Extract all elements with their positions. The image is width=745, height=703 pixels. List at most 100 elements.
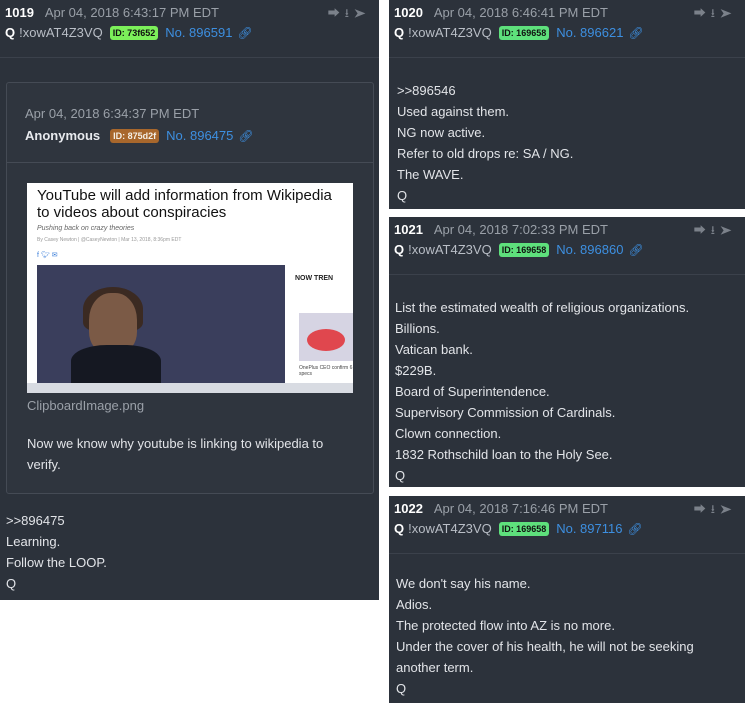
tripcode: !xowAT4Z3VQ (408, 242, 492, 257)
arrow-right-circle-icon[interactable]: ➤ (354, 6, 371, 20)
post-card-1022: 1022 Apr 04, 2018 7:16:46 PM EDT ⮕⭳➤ Q !… (389, 496, 745, 703)
body-line: The protected flow into AZ is no more. (396, 618, 615, 633)
post-number-link[interactable]: No. 897116 (556, 521, 622, 536)
arrow-right-circle-icon[interactable]: ➤ (720, 223, 737, 237)
share-icon[interactable]: ⮕ (694, 6, 711, 20)
tripcode: !xowAT4Z3VQ (408, 25, 492, 40)
id-badge: ID: 73f652 (109, 25, 159, 40)
tripcode: !xowAT4Z3VQ (19, 25, 103, 40)
id-badge: ID: 875d2f (110, 128, 160, 143)
share-icon[interactable]: ⮕ (328, 6, 345, 20)
id-badge: ID: 169658 (498, 242, 550, 257)
body-line: Board of Superintendence. (395, 384, 550, 399)
screenshot-social-icons: f 🐦︎ ✉ (37, 252, 58, 259)
body-line: Follow the LOOP. (6, 555, 107, 570)
post-body: We don't say his name. Adios. The protec… (389, 554, 745, 699)
post-tools: ⮕⭳➤ (328, 4, 371, 25)
body-line: Supervisory Commission of Cardinals. (395, 405, 616, 420)
body-line: Q (396, 681, 407, 696)
quoted-post-header: Apr 04, 2018 6:34:37 PM EDT Anonymous ID… (7, 83, 373, 163)
post-header: 1021 Apr 04, 2018 7:02:33 PM EDT ⮕⭳➤ Q !… (389, 217, 745, 275)
body-line: Vatican bank. (395, 342, 473, 357)
body-line: The WAVE. (397, 167, 464, 182)
post-body: >>896475 Learning. Follow the LOOP. Q (0, 510, 113, 594)
post-tools: ⮕⭳➤ (694, 221, 737, 242)
download-icon[interactable]: ⭳ (711, 502, 720, 516)
post-card-1020: 1020 Apr 04, 2018 6:46:41 PM EDT ⮕⭳➤ Q !… (389, 0, 745, 209)
post-header: 1020 Apr 04, 2018 6:46:41 PM EDT ⮕⭳➤ Q !… (389, 0, 745, 58)
quoted-post: Apr 04, 2018 6:34:37 PM EDT Anonymous ID… (6, 82, 374, 494)
screenshot-headline: YouTube will add information from Wikipe… (37, 187, 332, 221)
screenshot-video-still (37, 265, 285, 385)
post-index: 1022 (394, 501, 423, 516)
body-line: $229B. (395, 363, 437, 378)
download-icon[interactable]: ⭳ (711, 223, 720, 237)
body-line: Q (395, 468, 406, 483)
post-date: Apr 04, 2018 7:16:46 PM EDT (433, 501, 608, 516)
link-icon[interactable]: 🔗︎ (627, 522, 642, 536)
screenshot-thumb-caption: OnePlus CEO confirm 6 specs (299, 365, 353, 377)
body-line: Used against them. (397, 104, 510, 119)
body-line: NG now active. (397, 125, 486, 140)
post-header: 1019 Apr 04, 2018 6:43:17 PM EDT ⮕⭳➤ Q !… (0, 0, 379, 58)
body-line: Q (397, 188, 408, 203)
share-icon[interactable]: ⮕ (694, 223, 711, 237)
quoted-post-date: Apr 04, 2018 6:34:37 PM EDT (25, 106, 200, 121)
post-header: 1022 Apr 04, 2018 7:16:46 PM EDT ⮕⭳➤ Q !… (389, 496, 745, 554)
post-date: Apr 04, 2018 6:46:41 PM EDT (433, 5, 608, 20)
screenshot-thumbnail (299, 313, 353, 361)
body-line: Under the cover of his health, he will n… (396, 639, 694, 675)
share-icon[interactable]: ⮕ (694, 502, 711, 516)
arrow-right-circle-icon[interactable]: ➤ (720, 6, 737, 20)
post-index: 1021 (394, 222, 423, 237)
post-index: 1020 (394, 5, 423, 20)
post-number-link[interactable]: No. 896860 (556, 242, 623, 257)
author-name: Q (5, 25, 16, 40)
author-name: Q (394, 242, 405, 257)
body-line: Refer to old drops re: SA / NG. (397, 146, 574, 161)
screenshot-byline: By Casey Newton | @CaseyNewton | Mar 13,… (37, 237, 182, 243)
link-icon[interactable]: 🔗︎ (628, 26, 643, 40)
link-icon[interactable]: 🔗︎ (238, 129, 253, 143)
attached-screenshot[interactable]: YouTube will add information from Wikipe… (27, 183, 353, 393)
body-line: Learning. (6, 534, 61, 549)
quoted-post-number-link[interactable]: No. 896475 (166, 128, 233, 143)
body-line: Q (6, 576, 17, 591)
post-number-link[interactable]: No. 896591 (165, 25, 232, 40)
author-name: Q (394, 521, 405, 536)
author-name: Q (394, 25, 405, 40)
reply-link[interactable]: >>896475 (6, 510, 107, 531)
post-body: List the estimated wealth of religious o… (389, 275, 745, 486)
post-date: Apr 04, 2018 6:43:17 PM EDT (44, 5, 219, 20)
screenshot-subhead: Pushing back on crazy theories (37, 225, 135, 232)
download-icon[interactable]: ⭳ (345, 6, 354, 20)
post-tools: ⮕⭳➤ (694, 500, 737, 521)
body-line: Clown connection. (395, 426, 502, 441)
post-date: Apr 04, 2018 7:02:33 PM EDT (433, 222, 608, 237)
body-line: Adios. (396, 597, 433, 612)
attachment-filename[interactable]: ClipboardImage.png (27, 398, 144, 413)
download-icon[interactable]: ⭳ (711, 6, 720, 20)
quoted-author: Anonymous (25, 128, 101, 143)
post-body: >>896546 Used against them. NG now activ… (389, 58, 745, 206)
post-index: 1019 (5, 5, 34, 20)
body-line: 1832 Rothschild loan to the Holy See. (395, 447, 613, 462)
post-tools: ⮕⭳➤ (694, 4, 737, 25)
screenshot-taskbar (27, 383, 353, 393)
post-card-1019: 1019 Apr 04, 2018 6:43:17 PM EDT ⮕⭳➤ Q !… (0, 0, 379, 600)
body-line: Now we know why youtube is linking to wi… (27, 436, 324, 472)
id-badge: ID: 169658 (498, 25, 550, 40)
post-number-link[interactable]: No. 896621 (556, 25, 623, 40)
id-badge: ID: 169658 (498, 521, 550, 536)
reply-link[interactable]: >>896546 (397, 80, 739, 101)
screenshot-trending-label: NOW TREN (295, 275, 334, 282)
post-card-1021: 1021 Apr 04, 2018 7:02:33 PM EDT ⮕⭳➤ Q !… (389, 217, 745, 487)
quoted-post-body: Now we know why youtube is linking to wi… (27, 433, 357, 475)
body-line: We don't say his name. (396, 576, 531, 591)
link-icon[interactable]: 🔗︎ (237, 26, 252, 40)
link-icon[interactable]: 🔗︎ (628, 243, 643, 257)
body-line: List the estimated wealth of religious o… (395, 300, 690, 315)
tripcode: !xowAT4Z3VQ (408, 521, 492, 536)
body-line: Billions. (395, 321, 440, 336)
arrow-right-circle-icon[interactable]: ➤ (720, 502, 737, 516)
